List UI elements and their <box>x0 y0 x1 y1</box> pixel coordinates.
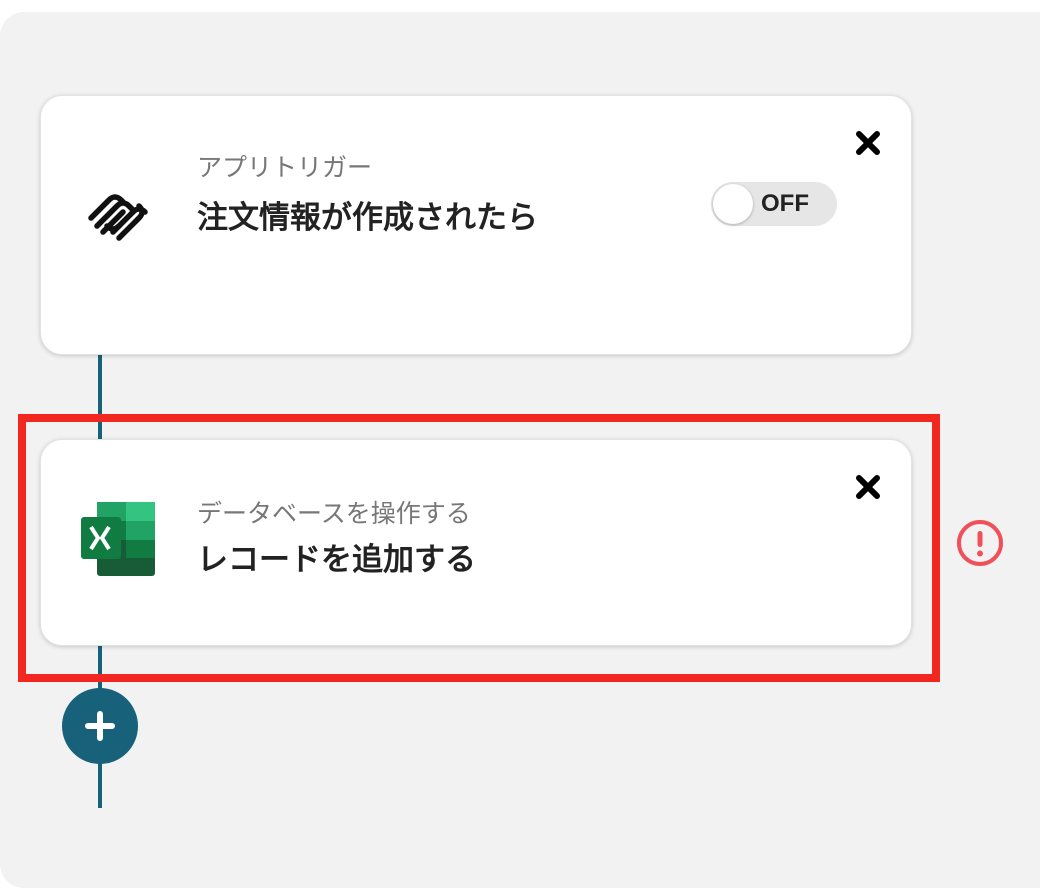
step-title: 注文情報が作成されたら <box>197 200 538 236</box>
trigger-step-card[interactable]: アプリトリガー 注文情報が作成されたら OFF <box>40 95 912 355</box>
highlight-box <box>18 414 940 682</box>
step-category: アプリトリガー <box>197 153 373 182</box>
toggle-knob <box>713 184 753 224</box>
delete-step-button[interactable] <box>853 130 883 160</box>
close-icon <box>856 131 880 155</box>
plus-icon <box>85 711 115 741</box>
trigger-toggle[interactable]: OFF <box>711 182 837 226</box>
squarespace-logo-icon <box>88 194 148 241</box>
toggle-label: OFF <box>761 190 809 217</box>
add-step-button[interactable] <box>62 688 138 764</box>
warning-icon[interactable] <box>956 519 1004 567</box>
